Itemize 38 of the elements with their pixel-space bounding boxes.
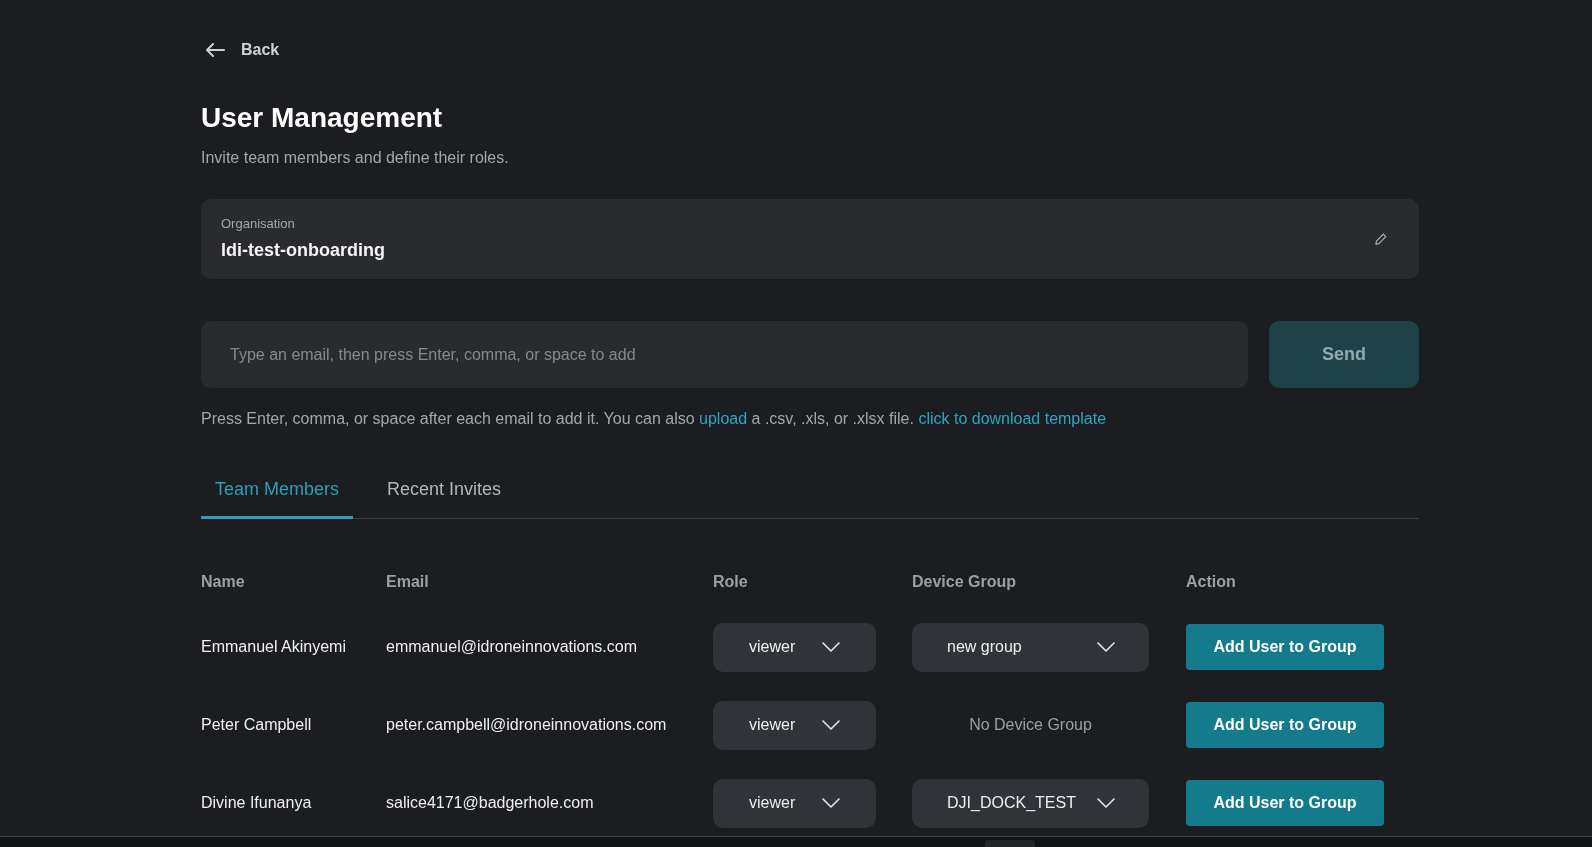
role-dropdown[interactable]: viewer bbox=[713, 778, 876, 828]
column-header: Device Group bbox=[912, 572, 1018, 592]
tab[interactable]: Recent Invites bbox=[373, 463, 516, 519]
upload-link[interactable]: upload bbox=[699, 410, 748, 427]
organisation-name: ldi-test-onboarding bbox=[221, 239, 385, 262]
page-title: User Management bbox=[201, 101, 444, 135]
chevron-down-icon bbox=[822, 798, 840, 808]
organisation-label: Organisation bbox=[221, 216, 296, 232]
edit-pencil-icon[interactable] bbox=[1375, 233, 1387, 245]
tab[interactable]: Team Members bbox=[201, 463, 354, 519]
chevron-down-icon bbox=[822, 720, 840, 730]
device-group-dropdown[interactable]: new group bbox=[912, 622, 1149, 672]
back-arrow-icon[interactable] bbox=[205, 43, 225, 57]
column-header: Name bbox=[201, 572, 246, 592]
no-device-group-text: No Device Group bbox=[969, 716, 1092, 734]
name-cell: Emmanuel Akinyemi bbox=[201, 637, 346, 657]
name-cell: Peter Campbell bbox=[201, 715, 312, 735]
column-header: Role bbox=[713, 572, 749, 592]
role-dropdown[interactable]: viewer bbox=[713, 700, 876, 750]
add-user-to-group-button[interactable]: Add User to Group bbox=[1186, 702, 1384, 748]
device-group-dropdown[interactable]: DJI_DOCK_TEST bbox=[912, 778, 1149, 828]
email-cell: peter.campbell@idroneinnovations.com bbox=[386, 715, 667, 735]
role-dropdown[interactable]: viewer bbox=[713, 622, 876, 672]
email-cell: salice4171@badgerhole.com bbox=[386, 793, 594, 813]
add-user-to-group-button[interactable]: Add User to Group bbox=[1186, 624, 1384, 670]
column-header: Action bbox=[1186, 572, 1237, 592]
add-user-to-group-button[interactable]: Add User to Group bbox=[1186, 780, 1384, 826]
help-text: Press Enter, comma, or space after each email to add it. You can also upload a .csv, .xls, or .xlsx file. click to download template bbox=[201, 409, 1108, 429]
column-header: Email bbox=[386, 572, 430, 592]
back-link[interactable]: Back bbox=[241, 40, 280, 60]
email-cell: emmanuel@idroneinnovations.com bbox=[386, 637, 638, 657]
chevron-down-icon bbox=[1097, 798, 1115, 808]
chevron-down-icon bbox=[1097, 642, 1115, 652]
chevron-down-icon bbox=[822, 642, 840, 652]
download-template-link[interactable]: click to download template bbox=[918, 410, 1107, 427]
name-cell: Divine Ifunanya bbox=[201, 793, 312, 813]
email-input-field[interactable]: Type an email, then press Enter, comma, or space to add bbox=[201, 321, 1248, 388]
page-subtitle: Invite team members and define their roles. bbox=[201, 148, 510, 168]
